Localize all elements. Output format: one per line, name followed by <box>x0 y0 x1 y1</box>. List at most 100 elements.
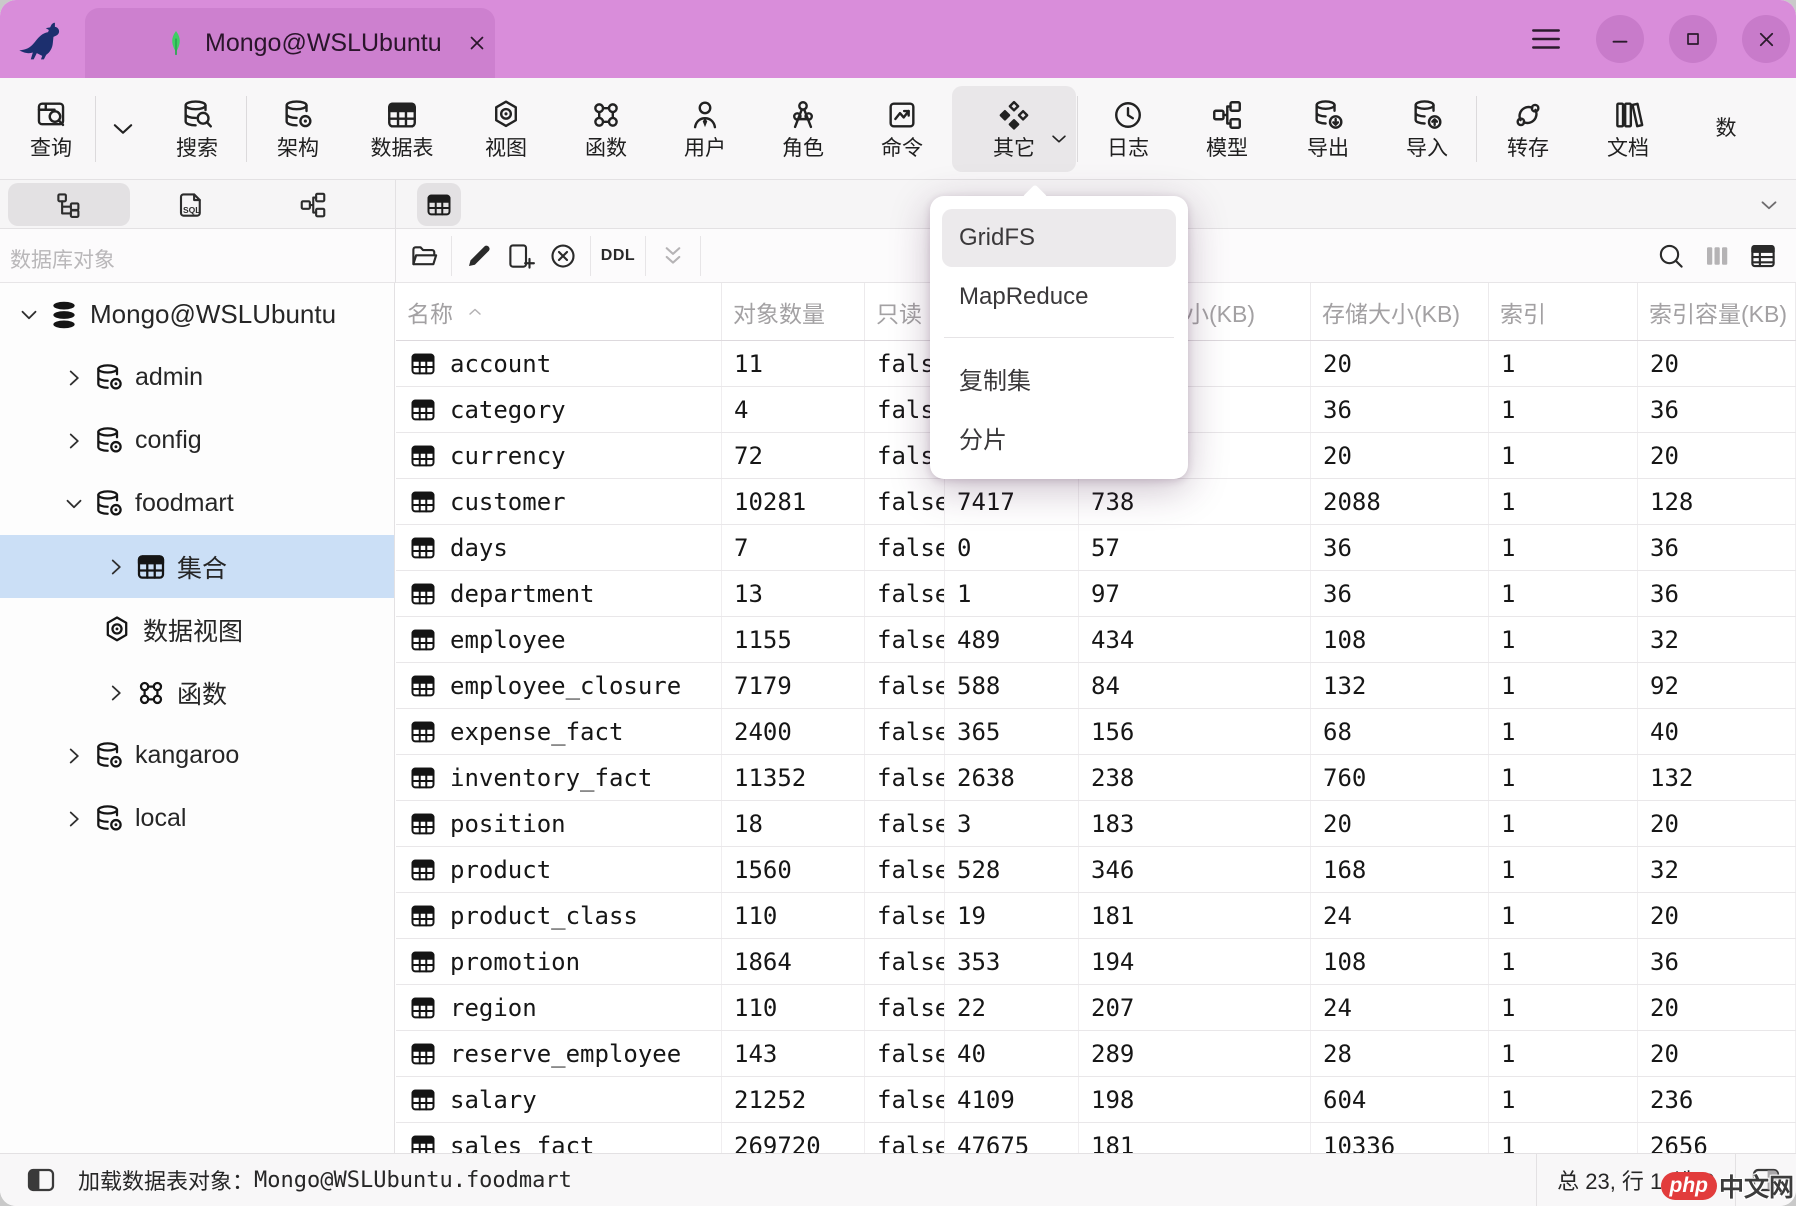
menu-item-分片[interactable]: 分片 <box>942 408 1176 466</box>
column-header-8[interactable]: 索引容量(KB) <box>1638 283 1796 340</box>
column-header-7[interactable]: 索引 <box>1489 283 1638 340</box>
table-row[interactable]: customer10281false741773820881128 <box>396 479 1796 525</box>
column-header-label: 索引容量(KB) <box>1649 295 1787 329</box>
chevron-right-icon[interactable] <box>61 428 87 454</box>
tree-icon <box>54 190 84 220</box>
maximize-button[interactable] <box>1669 15 1717 63</box>
tree-item-local[interactable]: local <box>0 787 394 850</box>
tab-collections-grid[interactable] <box>417 183 461 226</box>
tree-item-label: Mongo@WSLUbuntu <box>90 299 336 330</box>
cell-name: department <box>396 571 722 616</box>
toolbar-docs-button[interactable]: 文档 <box>1578 86 1678 172</box>
toolbar-functions-button[interactable]: 函数 <box>556 86 656 172</box>
toolbar-button-label: 用户 <box>684 138 726 160</box>
database-icon <box>93 488 125 520</box>
tab-close-icon[interactable] <box>464 30 490 56</box>
column-header-6[interactable]: 存储大小(KB) <box>1311 283 1489 340</box>
tree-item--[interactable]: 数据视图 <box>0 598 394 661</box>
tree-item--[interactable]: 集合 <box>0 535 394 598</box>
table-row[interactable]: salary21252false41091986041236 <box>396 1077 1796 1123</box>
chevron-down-icon <box>108 114 138 144</box>
chevron-right-icon[interactable] <box>103 554 129 580</box>
toolbar-others-button[interactable]: 其它 <box>952 86 1076 172</box>
tree-item-config[interactable]: config <box>0 409 394 472</box>
menu-item-复制集[interactable]: 复制集 <box>942 349 1176 407</box>
table-row[interactable]: position18false318320120 <box>396 801 1796 847</box>
collection-name: expense_fact <box>450 718 623 746</box>
connection-tab[interactable]: Mongo@WSLUbuntu <box>85 8 495 78</box>
close-button[interactable] <box>1742 15 1790 63</box>
toolbar-new-object-button[interactable] <box>97 86 149 172</box>
new-button[interactable] <box>503 236 539 276</box>
detail-view-button[interactable] <box>1745 236 1781 276</box>
column-header-2[interactable]: 对象数量 <box>722 283 865 340</box>
table-row[interactable]: region110false2220724120 <box>396 985 1796 1031</box>
icons-view-button[interactable] <box>1699 236 1735 276</box>
table-row[interactable]: sales_fact269720false476751811033612656 <box>396 1123 1796 1153</box>
table-row[interactable]: product_class110false1918124120 <box>396 893 1796 939</box>
toggle-left-pane-icon[interactable] <box>22 1164 60 1196</box>
tree-item-label: local <box>135 804 186 833</box>
more-button[interactable] <box>655 236 691 276</box>
tree-item--[interactable]: 函数 <box>0 661 394 724</box>
table-row[interactable]: reserve_employee143false4028928120 <box>396 1031 1796 1077</box>
toolbar-schema-button[interactable]: 架构 <box>248 86 348 172</box>
table-row[interactable]: inventory_fact11352false26382387601132 <box>396 755 1796 801</box>
tree-item-mongo-wslubuntu[interactable]: Mongo@WSLUbuntu <box>0 283 394 346</box>
tab-sql[interactable]: SQL <box>130 183 252 226</box>
cell-readonly: false <box>865 847 945 892</box>
tab-objects[interactable] <box>8 183 130 226</box>
collapse-toolbar-chevron-icon[interactable] <box>1756 192 1782 218</box>
menu-item-gridfs[interactable]: GridFS <box>942 209 1176 267</box>
tree-item-kangaroo[interactable]: kangaroo <box>0 724 394 787</box>
tab-model[interactable] <box>252 183 374 226</box>
toolbar-logs-button[interactable]: 日志 <box>1079 86 1177 172</box>
toolbar-tables-button[interactable]: 数据表 <box>348 86 456 172</box>
object-filter-input[interactable]: 数据库对象 <box>10 244 115 274</box>
table-row[interactable]: expense_fact2400false36515668140 <box>396 709 1796 755</box>
minimize-button[interactable] <box>1596 15 1644 63</box>
table-row[interactable]: department13false19736136 <box>396 571 1796 617</box>
toolbar-users-button[interactable]: 用户 <box>656 86 754 172</box>
table-row[interactable]: days7false05736136 <box>396 525 1796 571</box>
cell-index_size: 2656 <box>1638 1123 1796 1153</box>
toolbar-roles-button[interactable]: 角色 <box>754 86 852 172</box>
cell-objects: 10281 <box>722 479 865 524</box>
delete-button[interactable] <box>545 236 581 276</box>
tree-item-admin[interactable]: admin <box>0 346 394 409</box>
table-row[interactable]: employee_closure7179false58884132192 <box>396 663 1796 709</box>
table-row[interactable]: employee1155false489434108132 <box>396 617 1796 663</box>
ddl-button[interactable]: DDL <box>600 236 636 276</box>
search-button[interactable] <box>1653 236 1689 276</box>
toolbar-search-button[interactable]: 搜索 <box>149 86 245 172</box>
edit-pencil-icon <box>464 241 494 271</box>
toolbar-dump-button[interactable]: 转存 <box>1478 86 1578 172</box>
chevron-right-icon[interactable] <box>61 806 87 832</box>
table-row[interactable]: product1560false528346168132 <box>396 847 1796 893</box>
cell-storage: 108 <box>1311 617 1489 662</box>
toolbar-models-button[interactable]: 模型 <box>1177 86 1277 172</box>
chevron-right-icon[interactable] <box>61 365 87 391</box>
toolbar-button-label: 导入 <box>1406 138 1448 160</box>
ddl-button-label: DDL <box>601 247 635 265</box>
column-header-label: 索引 <box>1500 295 1546 329</box>
open-button[interactable] <box>406 236 442 276</box>
tree-item-foodmart[interactable]: foodmart <box>0 472 394 535</box>
chevron-down-icon[interactable] <box>16 302 42 328</box>
menu-icon[interactable] <box>1528 22 1564 56</box>
tree-item-label: foodmart <box>135 489 234 518</box>
chevron-down-icon[interactable] <box>61 491 87 517</box>
toolbar-views-button[interactable]: 视图 <box>456 86 556 172</box>
toolbar-clipped-button[interactable]: 数 <box>1678 86 1774 172</box>
toolbar-export-button[interactable]: 导出 <box>1277 86 1379 172</box>
chevron-right-icon[interactable] <box>61 743 87 769</box>
toolbar-import-button[interactable]: 导入 <box>1379 86 1475 172</box>
menu-item-mapreduce[interactable]: MapReduce <box>942 268 1176 326</box>
cell-readonly: false <box>865 479 945 524</box>
design-button[interactable] <box>461 236 497 276</box>
column-header-1[interactable]: 名称 <box>396 283 722 340</box>
chevron-right-icon[interactable] <box>103 680 129 706</box>
toolbar-query-button[interactable]: 查询 <box>8 86 94 172</box>
table-row[interactable]: promotion1864false353194108136 <box>396 939 1796 985</box>
toolbar-commands-button[interactable]: 命令 <box>852 86 952 172</box>
